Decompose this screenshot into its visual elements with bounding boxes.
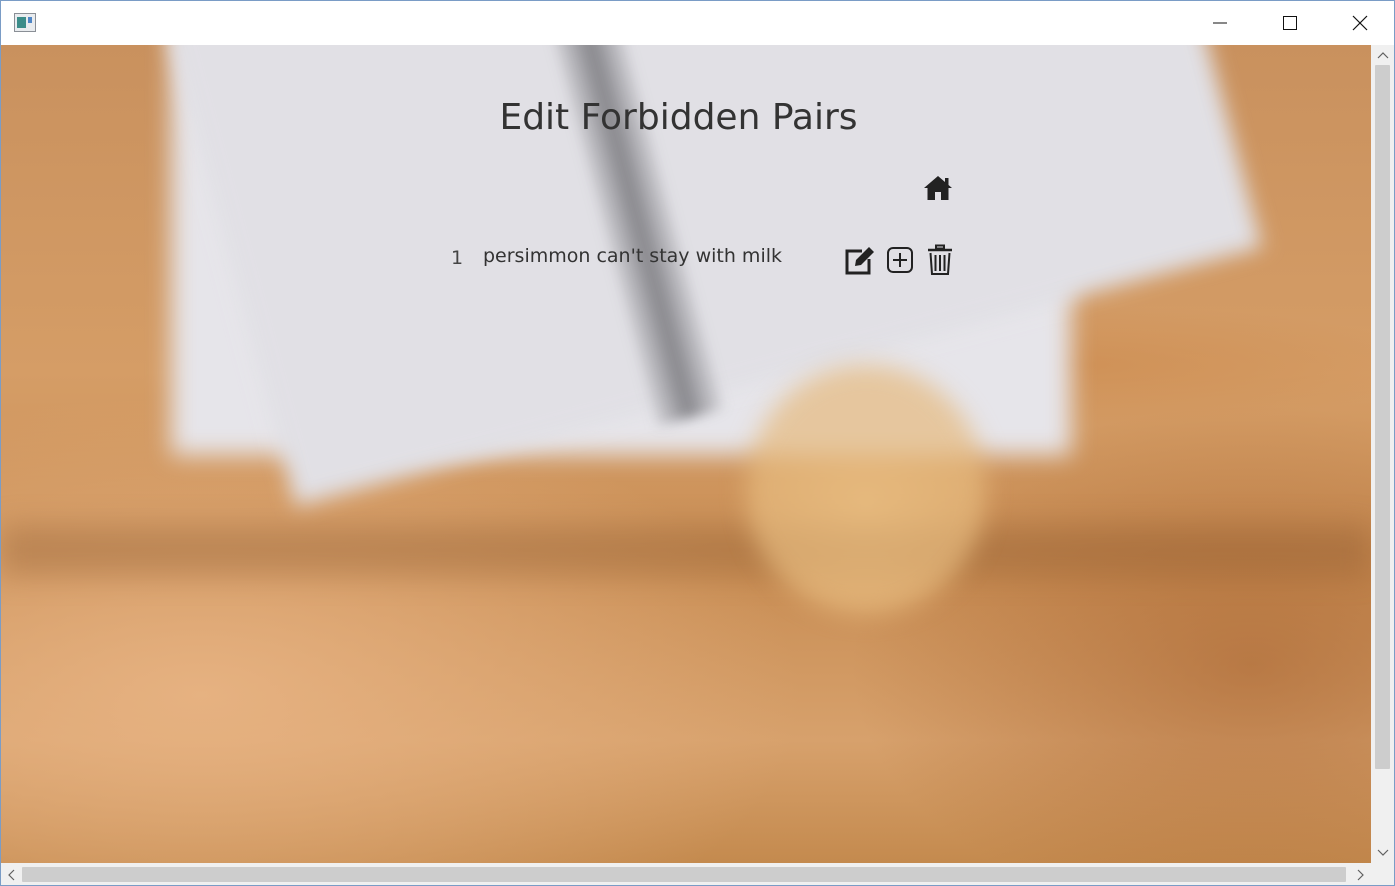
scroll-up-button[interactable] <box>1371 45 1394 65</box>
horizontal-scroll-thumb[interactable] <box>22 867 1346 882</box>
scroll-down-button[interactable] <box>1371 843 1394 863</box>
chevron-right-icon <box>1357 869 1364 880</box>
delete-button[interactable] <box>923 243 957 277</box>
chevron-up-icon <box>1377 52 1388 59</box>
vertical-scrollbar[interactable] <box>1371 45 1394 863</box>
list-item: 1 persimmon can't stay with milk <box>441 237 961 277</box>
chevron-down-icon <box>1377 849 1388 856</box>
add-button[interactable] <box>883 243 917 277</box>
trash-icon <box>928 244 952 275</box>
app-icon <box>14 13 36 32</box>
edit-icon <box>845 247 874 275</box>
close-button[interactable] <box>1325 1 1394 45</box>
pair-index: 1 <box>451 247 464 269</box>
scroll-left-button[interactable] <box>1 863 21 885</box>
edit-button[interactable] <box>843 243 877 277</box>
app-window: Edit Forbidden Pairs 1 persimmon can't s… <box>0 0 1395 886</box>
vertical-scroll-thumb[interactable] <box>1375 65 1390 769</box>
scrollbar-corner <box>1371 863 1394 885</box>
add-icon <box>887 247 913 273</box>
content-viewport: Edit Forbidden Pairs 1 persimmon can't s… <box>1 45 1371 863</box>
maximize-icon <box>1283 16 1297 30</box>
close-icon <box>1352 15 1368 31</box>
main-content: Edit Forbidden Pairs 1 persimmon can't s… <box>1 45 1371 863</box>
home-button[interactable] <box>922 173 954 203</box>
minimize-button[interactable] <box>1185 1 1255 45</box>
minimize-icon <box>1213 22 1227 24</box>
chevron-left-icon <box>8 869 15 880</box>
home-icon <box>924 176 952 200</box>
title-bar[interactable] <box>1 1 1394 45</box>
page-title: Edit Forbidden Pairs <box>499 97 858 138</box>
pair-text: persimmon can't stay with milk <box>483 245 782 267</box>
scroll-right-button[interactable] <box>1351 863 1371 885</box>
maximize-button[interactable] <box>1255 1 1325 45</box>
horizontal-scrollbar[interactable] <box>1 863 1371 885</box>
